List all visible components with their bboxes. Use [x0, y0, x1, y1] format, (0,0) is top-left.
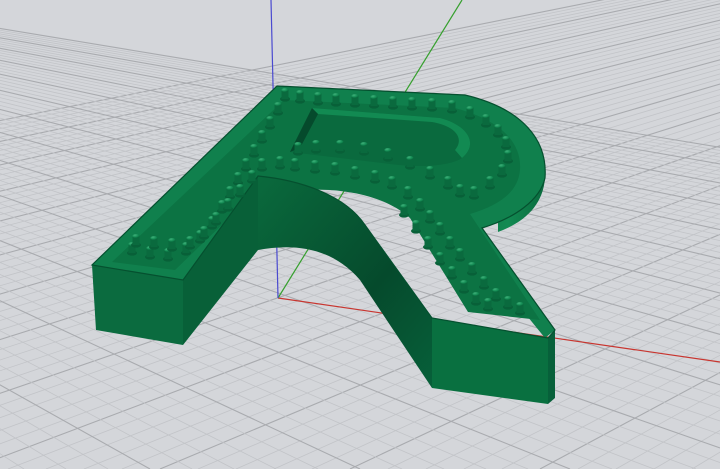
led-stud — [233, 172, 243, 186]
led-stud — [407, 97, 417, 111]
led-stud — [405, 156, 415, 170]
led-stud — [311, 140, 321, 154]
led-stud — [249, 144, 259, 158]
perspective-viewport[interactable] — [0, 0, 720, 469]
led-stud — [185, 236, 195, 250]
led-stud — [280, 88, 290, 102]
led-stud — [435, 252, 445, 266]
grid-minor-line — [0, 453, 25, 469]
led-stud — [247, 170, 257, 184]
led-stud — [265, 116, 275, 130]
led-stud — [211, 212, 221, 226]
led-stud — [290, 158, 300, 172]
led-stud — [223, 198, 233, 212]
led-stud — [149, 236, 159, 250]
led-stud — [335, 140, 345, 154]
led-stud — [447, 100, 457, 114]
led-stud — [425, 210, 435, 224]
led-stud — [295, 90, 305, 104]
led-stud — [313, 92, 323, 106]
led-stud — [359, 142, 369, 156]
led-stud — [455, 248, 465, 262]
led-stud — [455, 184, 465, 198]
led-stud — [503, 296, 513, 310]
led-stud — [131, 234, 141, 248]
led-stud — [199, 226, 209, 240]
led-stud — [370, 170, 380, 184]
led-stud — [479, 276, 489, 290]
led-stud — [273, 102, 283, 116]
led-stud — [257, 130, 267, 144]
led-stud — [225, 186, 235, 200]
led-stud — [503, 150, 513, 164]
led-stud — [403, 186, 413, 200]
led-stud — [501, 136, 511, 150]
led-stud — [493, 124, 503, 138]
led-stud — [435, 222, 445, 236]
led-stud — [471, 292, 481, 306]
led-stud — [459, 280, 469, 294]
led-stud — [423, 236, 433, 250]
led-stud — [369, 95, 379, 109]
led-stud — [257, 158, 267, 172]
led-stud — [383, 148, 393, 162]
led-stud — [469, 186, 479, 200]
led-stud — [241, 158, 251, 172]
led-stud — [350, 166, 360, 180]
led-stud — [425, 166, 435, 180]
led-stud — [443, 176, 453, 190]
led-stud — [388, 96, 398, 110]
led-stud — [293, 142, 303, 156]
led-stud — [350, 94, 360, 108]
led-stud — [427, 98, 437, 112]
led-stud — [235, 184, 245, 198]
led-stud — [399, 204, 409, 218]
led-stud — [447, 266, 457, 280]
led-stud — [331, 93, 341, 107]
led-stud — [330, 162, 340, 176]
led-stud — [275, 156, 285, 170]
led-stud — [415, 198, 425, 212]
led-stud — [491, 288, 501, 302]
led-stud — [467, 262, 477, 276]
led-stud — [387, 176, 397, 190]
viewport-canvas[interactable] — [0, 0, 720, 469]
led-stud — [483, 298, 493, 312]
led-stud — [497, 164, 507, 178]
led-stud — [167, 238, 177, 252]
leg-end-wall — [548, 330, 555, 404]
led-stud — [411, 220, 421, 234]
led-stud — [445, 236, 455, 250]
led-stud — [515, 302, 525, 316]
led-stud — [485, 176, 495, 190]
led-stud — [310, 160, 320, 174]
led-stud — [481, 114, 491, 128]
led-stud — [465, 106, 475, 120]
